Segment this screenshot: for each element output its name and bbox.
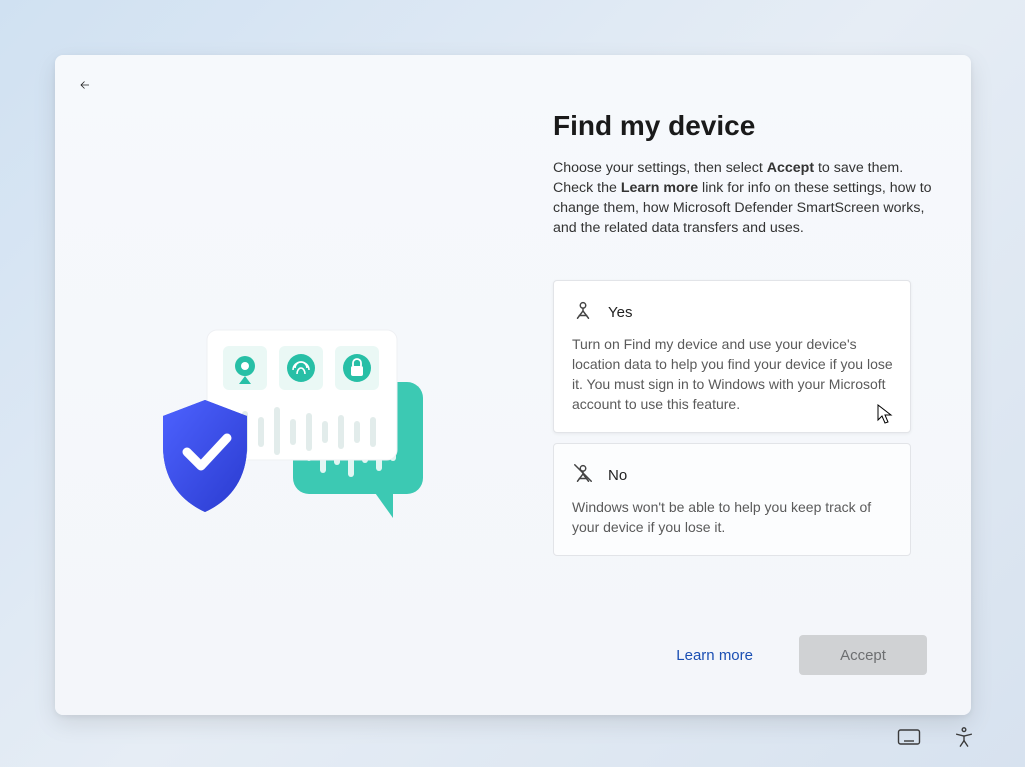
privacy-hero-illustration xyxy=(145,300,455,540)
footer-bar: Learn more Accept xyxy=(668,635,927,675)
option-yes[interactable]: Yes Turn on Find my device and use your … xyxy=(553,280,911,433)
system-tray xyxy=(895,724,977,753)
lock-icon xyxy=(343,354,371,382)
accessibility-button[interactable] xyxy=(951,724,977,753)
option-yes-label: Yes xyxy=(608,304,632,321)
option-no-desc: Windows won't be able to help you keep t… xyxy=(572,497,894,537)
content-panel: Find my device Choose your settings, the… xyxy=(553,110,933,566)
desc-bold-learnmore: Learn more xyxy=(621,180,698,196)
desc-text: Choose your settings, then select xyxy=(553,160,767,176)
option-yes-desc: Turn on Find my device and use your devi… xyxy=(572,334,894,414)
accept-button[interactable]: Accept xyxy=(799,635,927,675)
page-description: Choose your settings, then select Accept… xyxy=(553,158,933,238)
learn-more-link[interactable]: Learn more xyxy=(668,641,761,670)
accessibility-icon xyxy=(953,726,975,748)
back-button[interactable] xyxy=(73,73,97,97)
find-device-off-icon xyxy=(572,462,594,489)
find-device-on-icon xyxy=(572,299,594,326)
desc-bold-accept: Accept xyxy=(767,160,814,176)
oobe-window: Find my device Choose your settings, the… xyxy=(55,55,971,715)
option-no[interactable]: No Windows won't be able to help you kee… xyxy=(553,443,911,556)
fingerprint-icon xyxy=(287,354,315,382)
desktop-background: Find my device Choose your settings, the… xyxy=(0,0,1025,767)
osk-button[interactable] xyxy=(895,725,923,752)
back-arrow-icon xyxy=(79,76,91,94)
options-group: Yes Turn on Find my device and use your … xyxy=(553,280,911,556)
option-no-label: No xyxy=(608,467,627,484)
page-title: Find my device xyxy=(553,110,933,142)
shield-check-icon xyxy=(163,400,247,512)
keyboard-icon xyxy=(897,727,921,747)
